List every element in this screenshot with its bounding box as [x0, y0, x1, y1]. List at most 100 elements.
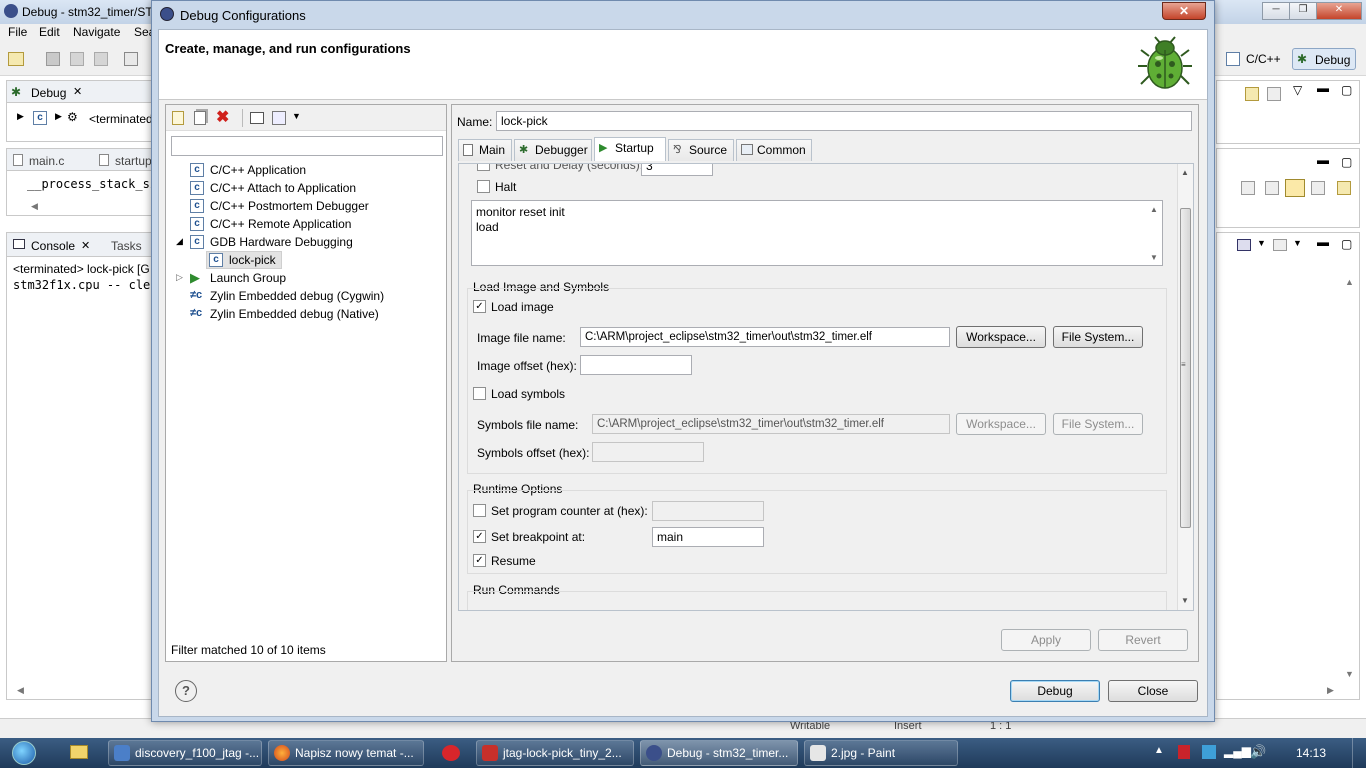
chevron-down-icon[interactable]: ▼ [292, 111, 301, 121]
minimize-view-icon[interactable]: ▬ [1317, 153, 1329, 167]
editor-tab-startup[interactable]: startup [115, 154, 152, 168]
start-button[interactable] [4, 738, 44, 768]
taskbar-item-discovery[interactable]: discovery_f100_jtag -... [108, 740, 262, 766]
volume-icon[interactable]: 🔊 [1250, 744, 1266, 760]
image-filesystem-button[interactable]: File System... [1053, 326, 1143, 348]
link-editor-icon[interactable] [1285, 179, 1305, 197]
collapse-arrow-icon[interactable]: ◢ [176, 236, 183, 247]
menu-navigate[interactable]: Navigate [73, 25, 120, 39]
init-commands-textarea[interactable]: monitor reset init load ▲ ▼ [471, 200, 1163, 266]
new-folder-icon[interactable] [1337, 181, 1351, 195]
reset-delay-checkbox[interactable] [477, 164, 490, 171]
tree-item-zylin-native[interactable]: ≠c Zylin Embedded debug (Native) [190, 305, 440, 323]
network-icon[interactable]: ▂▄▆ [1224, 744, 1251, 758]
tree-item-cpp-attach[interactable]: c C/C++ Attach to Application [190, 179, 440, 197]
minimize-icon[interactable]: ─ [1262, 2, 1290, 20]
set-pc-checkbox[interactable] [473, 504, 486, 517]
minimize-view-icon[interactable]: ▬ [1317, 81, 1329, 95]
save-all-icon[interactable] [70, 52, 84, 66]
view-menu-icon[interactable] [1267, 87, 1281, 101]
taskbar-item-paint[interactable]: 2.jpg - Paint [804, 740, 958, 766]
scroll-up-icon[interactable]: ▲ [1150, 205, 1158, 214]
symbols-file-input[interactable]: C:\ARM\project_eclipse\stm32_timer\out\s… [592, 414, 950, 434]
tree-item-zylin-cygwin[interactable]: ≠c Zylin Embedded debug (Cygwin) [190, 287, 440, 305]
taskbar-item-eclipse[interactable]: Debug - stm32_timer... [640, 740, 798, 766]
home-icon[interactable] [1265, 181, 1279, 195]
load-image-checkbox[interactable]: ✓ [473, 300, 486, 313]
close-button[interactable]: Close [1108, 680, 1198, 702]
apply-button[interactable]: Apply [1001, 629, 1091, 651]
menu-file[interactable]: File [8, 25, 27, 39]
scroll-up-icon[interactable]: ▲ [1181, 168, 1189, 177]
binary-icon[interactable] [124, 52, 138, 66]
close-window-icon[interactable]: ✕ [1316, 2, 1362, 20]
scroll-down-icon[interactable]: ▼ [1345, 669, 1354, 679]
explorer-icon[interactable] [70, 745, 88, 759]
maximize-view-icon[interactable]: ▢ [1341, 237, 1352, 251]
help-icon[interactable]: ? [175, 680, 197, 702]
resume-checkbox[interactable]: ✓ [473, 554, 486, 567]
scroll-up-icon[interactable]: ▲ [1345, 277, 1354, 287]
maximize-view-icon[interactable]: ▢ [1341, 155, 1352, 169]
minimize-view-icon[interactable]: ▬ [1317, 235, 1329, 249]
tab-main[interactable]: Main [458, 139, 512, 161]
tree-item-gdb-hardware[interactable]: c GDB Hardware Debugging [190, 233, 440, 251]
scroll-right-icon[interactable]: ▶ [1327, 685, 1334, 696]
expand-arrow-icon[interactable]: ▶ [55, 111, 62, 122]
image-offset-input[interactable] [580, 355, 692, 375]
close-tab-icon[interactable]: ✕ [81, 239, 90, 252]
taskbar-item-app[interactable] [432, 740, 470, 766]
tab-debugger[interactable]: ✱ Debugger [514, 139, 592, 161]
collapse-icon[interactable] [1241, 181, 1255, 195]
filter-input[interactable] [171, 136, 443, 156]
clock[interactable]: 14:13 [1296, 746, 1326, 760]
tray-expand-icon[interactable]: ▲ [1154, 745, 1164, 756]
console-tab[interactable]: Console [31, 239, 75, 253]
halt-checkbox[interactable] [477, 180, 490, 193]
scroll-left-icon[interactable]: ◀ [17, 685, 24, 696]
duplicate-icon[interactable] [194, 111, 206, 125]
tasks-tab[interactable]: Tasks [111, 239, 142, 253]
debug-view-item[interactable]: <terminated [89, 112, 153, 126]
load-symbols-checkbox[interactable] [473, 387, 486, 400]
new-view-icon[interactable] [1245, 87, 1259, 101]
new-configuration-icon[interactable] [172, 111, 184, 125]
view-menu-chevron-icon[interactable]: ▽ [1293, 83, 1302, 97]
dropbox-icon[interactable] [1202, 745, 1216, 759]
taskbar-item-firefox[interactable]: Napisz nowy temat -... [268, 740, 424, 766]
collapse-all-icon[interactable] [250, 112, 264, 124]
maximize-icon[interactable]: ❐ [1289, 2, 1317, 20]
set-pc-input[interactable] [652, 501, 764, 521]
tab-source[interactable]: ⅋ Source [668, 139, 734, 161]
expand-arrow-icon[interactable]: ▷ [176, 272, 183, 283]
name-input[interactable]: lock-pick [496, 111, 1192, 131]
symbols-workspace-button[interactable]: Workspace... [956, 413, 1046, 435]
chevron-down-icon[interactable]: ▼ [1257, 238, 1266, 248]
perspective-cpp[interactable]: C/C++ [1222, 48, 1288, 70]
filter-icon[interactable] [1311, 181, 1325, 195]
tree-item-launch-group[interactable]: ▶ Launch Group [190, 269, 440, 287]
filter-icon[interactable] [272, 111, 286, 125]
menu-edit[interactable]: Edit [39, 25, 60, 39]
image-workspace-button[interactable]: Workspace... [956, 326, 1046, 348]
tab-common[interactable]: Common [736, 139, 812, 161]
tray-app-icon[interactable] [1178, 745, 1190, 759]
dialog-close-icon[interactable]: ✕ [1162, 2, 1206, 20]
tree-item-cpp-application[interactable]: c C/C++ Application [190, 161, 440, 179]
breakpoint-input[interactable]: main [652, 527, 764, 547]
debug-button[interactable]: Debug [1010, 680, 1100, 702]
maximize-view-icon[interactable]: ▢ [1341, 83, 1352, 97]
delete-icon[interactable]: ✖ [216, 107, 229, 127]
tree-item-cpp-remote[interactable]: c C/C++ Remote Application [190, 215, 440, 233]
perspective-debug[interactable]: ✱ Debug [1292, 48, 1356, 70]
tree-item-cpp-postmortem[interactable]: c C/C++ Postmortem Debugger [190, 197, 440, 215]
close-tab-icon[interactable]: ✕ [73, 85, 82, 98]
editor-tab-main[interactable]: main.c [29, 154, 64, 168]
tab-startup[interactable]: ▶ Startup [594, 137, 666, 161]
symbols-filesystem-button[interactable]: File System... [1053, 413, 1143, 435]
image-file-input[interactable]: C:\ARM\project_eclipse\stm32_timer\out\s… [580, 327, 950, 347]
debug-view-tab[interactable]: Debug [31, 86, 66, 100]
symbols-offset-input[interactable] [592, 442, 704, 462]
tree-item-lock-pick[interactable]: c lock-pick [206, 251, 282, 269]
expand-arrow-icon[interactable]: ▶ [17, 111, 24, 122]
